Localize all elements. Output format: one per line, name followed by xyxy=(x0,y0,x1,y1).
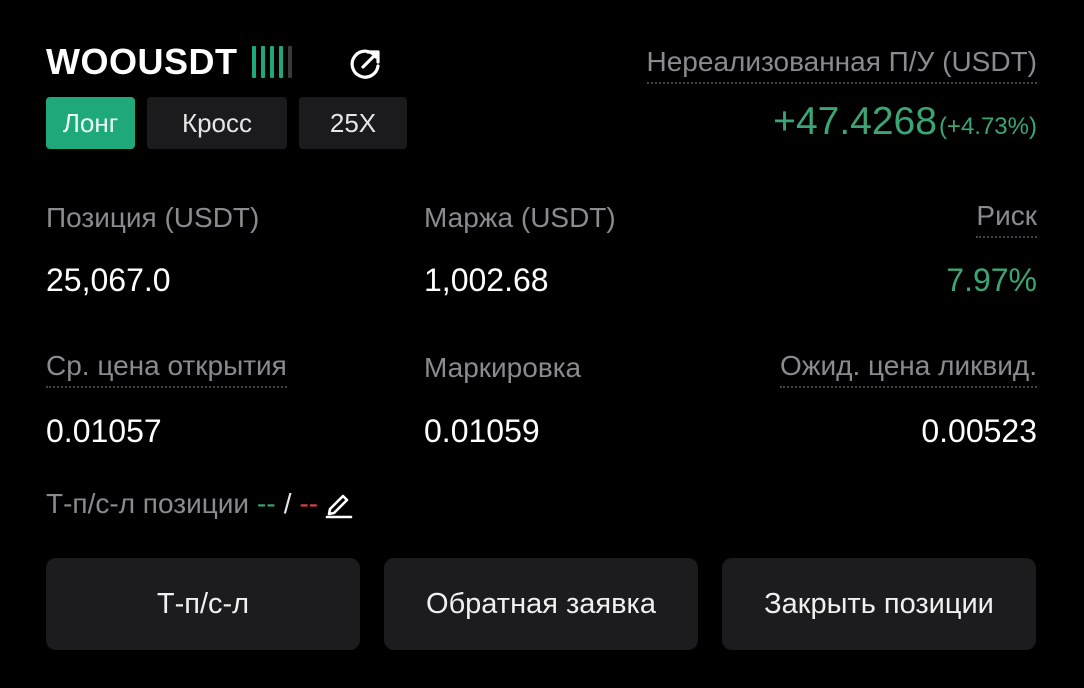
signal-bar xyxy=(270,46,274,78)
mark-price-value: 0.01059 xyxy=(424,413,540,449)
tpsl-button[interactable]: Т-п/с-л xyxy=(46,558,360,650)
position-size-value: 25,067.0 xyxy=(46,262,171,298)
liquidation-price-value: 0.00523 xyxy=(921,413,1037,449)
position-size-label: Позиция (USDT) xyxy=(46,202,260,233)
leverage-badge[interactable]: 25X xyxy=(299,97,407,149)
risk-value: 7.97% xyxy=(946,262,1037,298)
entry-price-label[interactable]: Ср. цена открытия xyxy=(46,348,287,388)
unrealized-pnl-value: +47.4268 (+4.73%) xyxy=(773,100,1037,144)
tpsl-label: Т-п/с-л позиции xyxy=(46,488,250,519)
margin-mode-badge[interactable]: Кросс xyxy=(147,97,287,149)
tpsl-separator: / xyxy=(283,488,292,519)
share-icon[interactable] xyxy=(346,45,384,83)
mark-price-label: Маркировка xyxy=(424,352,582,383)
margin-value: 1,002.68 xyxy=(424,262,549,298)
position-card: WOOUSDT Лонг Кросс 25X Нереализованная П… xyxy=(0,0,1084,688)
stop-loss-value: -- xyxy=(299,488,319,519)
risk-label[interactable]: Риск xyxy=(976,198,1037,238)
signal-strength-icon xyxy=(252,46,292,78)
close-position-button[interactable]: Закрыть позиции xyxy=(722,558,1036,650)
signal-bar xyxy=(279,46,283,78)
edit-pencil-icon[interactable] xyxy=(324,489,354,519)
position-tpsl-row: Т-п/с-л позиции -- / -- xyxy=(46,486,354,522)
signal-bar xyxy=(288,46,292,78)
margin-label: Маржа (USDT) xyxy=(424,202,616,233)
reverse-order-button[interactable]: Обратная заявка xyxy=(384,558,698,650)
unrealized-pnl-label[interactable]: Нереализованная П/У (USDT) xyxy=(646,44,1037,84)
pnl-percent: (+4.73%) xyxy=(938,113,1037,140)
position-tags: Лонг Кросс 25X xyxy=(46,97,407,149)
pnl-amount: +47.4268 xyxy=(773,100,937,143)
side-badge: Лонг xyxy=(46,97,135,149)
action-buttons: Т-п/с-л Обратная заявка Закрыть позиции xyxy=(46,558,1036,650)
signal-bar xyxy=(261,46,265,78)
take-profit-value: -- xyxy=(257,488,276,519)
signal-bar xyxy=(252,46,256,78)
entry-price-value: 0.01057 xyxy=(46,413,162,449)
liquidation-price-label[interactable]: Ожид. цена ликвид. xyxy=(779,348,1037,388)
symbol-title[interactable]: WOOUSDT xyxy=(46,40,237,84)
